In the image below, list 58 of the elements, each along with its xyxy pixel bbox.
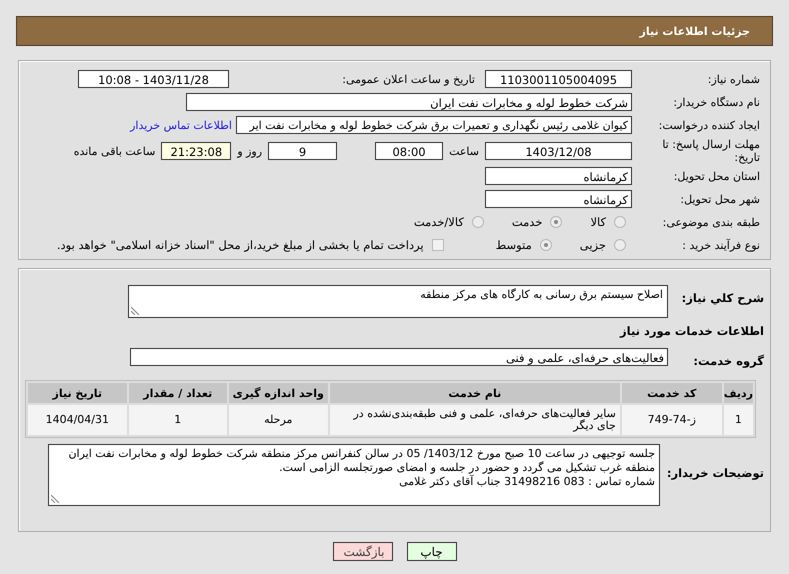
section-heading: اطلاعات خدمات مورد نیاز — [618, 324, 765, 338]
column-header: ردیف — [724, 383, 753, 403]
requester-field: کیوان غلامی رئیس نگهداری و تعمیرات برق شرکت خطوط لوله و مخابرات نفت ایر — [236, 116, 632, 134]
table-cell: 1 — [128, 405, 227, 435]
checkbox[interactable] — [432, 239, 444, 251]
field-label: شماره نیاز: — [706, 72, 761, 86]
radio-label: خدمت — [512, 215, 542, 229]
field-label: شرح کلي نياز: — [680, 291, 765, 305]
table-cell: مرحله — [228, 405, 328, 435]
field-label: طبقه بندی موضوعی: — [662, 216, 761, 228]
resize-grip-icon — [131, 306, 140, 315]
radio-label: جزیی — [580, 238, 606, 252]
summary-text: اصلاح سیستم برق رسانی به کارگاه های مرکز منطقه — [420, 288, 663, 301]
field-label: نام دستگاه خریدار: — [672, 96, 761, 108]
days-field: 9 — [268, 142, 338, 160]
column-header: نام خدمت — [330, 383, 620, 403]
table-cell: 1 — [724, 405, 753, 435]
remaining-label: ساعت باقی مانده — [74, 144, 156, 158]
radio-button[interactable] — [472, 216, 484, 228]
field-label: تاریخ و ساعت اعلان عمومی: — [341, 72, 476, 86]
table-cell: 1404/04/31 — [28, 405, 127, 435]
need-number-field: 1103001105004095 — [485, 70, 632, 88]
deadline-date-field: 1403/12/08 — [485, 142, 632, 160]
radio-button[interactable] — [540, 239, 552, 251]
radio-label: کالا — [590, 215, 606, 229]
checkbox-label: پرداخت تمام یا بخشی از مبلغ خرید،از محل "اسناد خزانه اسلامی" خواهد بود. — [56, 238, 424, 252]
page-title: جزئیات اطلاعات نیاز — [640, 24, 750, 38]
field-label: ایجاد کننده درخواست: — [658, 118, 761, 132]
buyer-org-field: شرکت خطوط لوله و مخابرات نفت ایران — [186, 93, 632, 111]
column-header: تعداد / مقدار — [128, 383, 227, 403]
column-header: واحد اندازه گیری — [228, 383, 328, 403]
remaining-time-field: 21:23:08 — [161, 142, 232, 160]
back-button[interactable]: بازگشت — [332, 542, 392, 561]
radio-button[interactable] — [550, 216, 562, 228]
announce-date-field: 1403/11/28 - 10:08 — [78, 70, 229, 88]
radio-button[interactable] — [614, 239, 626, 251]
column-header: تاریخ نیاز — [28, 383, 127, 403]
table-cell: ز-74-749 — [622, 405, 722, 435]
service-group-field: فعالیت‌های حرفه‌ای، علمی و فنی — [130, 348, 668, 366]
radio-label: متوسط — [496, 238, 532, 252]
table-cell: سایر فعالیت‌های حرفه‌ای، علمی و فنی طبقه‌بندی‌نشده در جای دیگر — [330, 405, 620, 435]
field-label: نوع فرآیند خرید : — [681, 238, 761, 252]
print-button[interactable]: چاپ — [406, 542, 456, 561]
resize-grip-icon — [51, 494, 60, 503]
buyer-contact-link[interactable]: اطلاعات تماس خریدار — [130, 118, 232, 132]
days-label: روز و — [237, 144, 262, 158]
field-label: شهر محل تحویل: — [679, 192, 761, 206]
radio-button[interactable] — [614, 216, 626, 228]
province-field: کرمانشاه — [485, 167, 632, 185]
radio-label: کالا/خدمت — [414, 215, 464, 229]
time-label: ساعت — [449, 144, 479, 158]
field-label: استان محل تحویل: — [672, 170, 761, 182]
city-field: کرمانشاه — [485, 190, 632, 208]
column-header: کد خدمت — [622, 383, 722, 403]
buyer-notes-text: جلسه توجیهی در ساعت 10 صبح مورخ 1403/12/ 05 در سالن کنفرانس مرکز منطقه شرکت خطوط لوله و مخابرات نفت ایران منطقه غرب تشکیل می گردد و حضور در جلسه و امضای صورتجلسه الزامی است. شماره تماس : 083 31498216 جناب آقای دکتر غلامی — [67, 447, 655, 489]
field-label: مهلت ارسال پاسخ: تا تاریخ: — [661, 138, 761, 164]
field-label: گروه خدمت: — [692, 354, 765, 368]
deadline-time-field: 08:00 — [375, 142, 444, 160]
